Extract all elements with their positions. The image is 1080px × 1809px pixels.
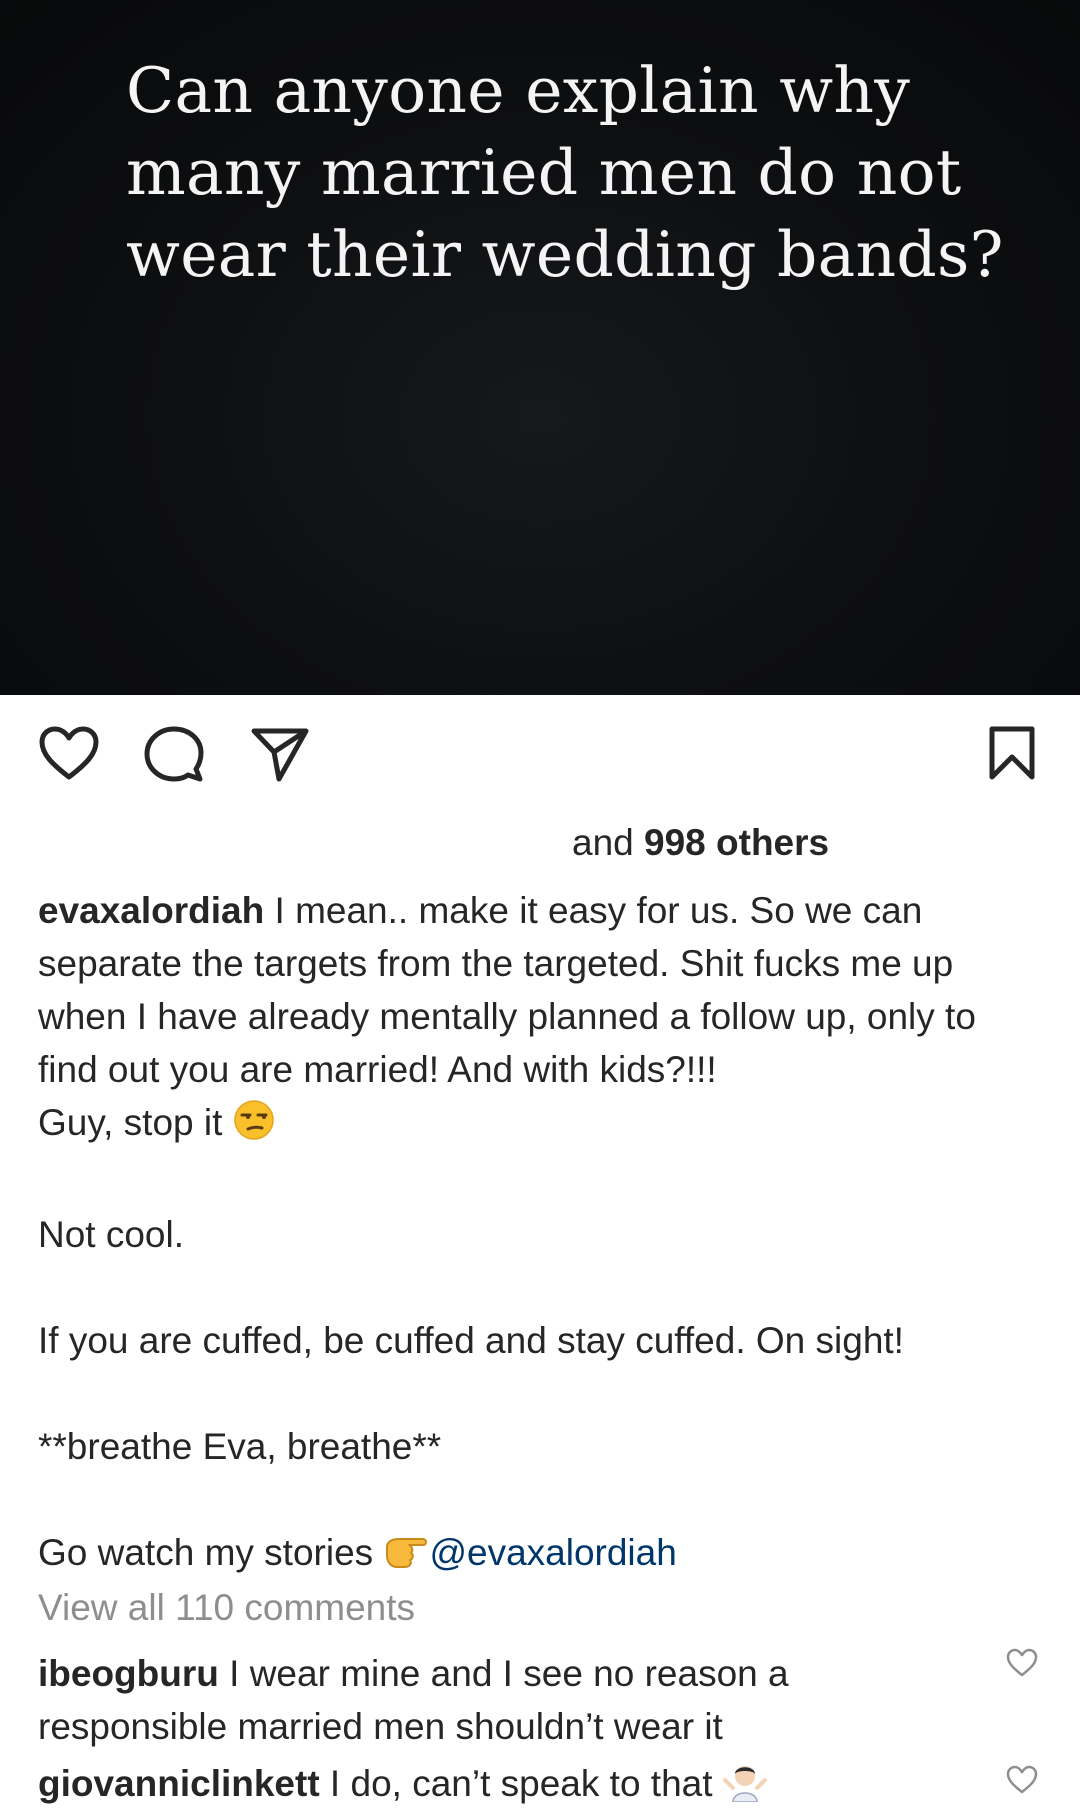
post-quote-text: Can anyone explain why many married men …: [126, 54, 1004, 291]
caption-line-breathe: **breathe Eva, breathe**: [38, 1426, 442, 1467]
caption-username[interactable]: evaxalordiah: [38, 890, 264, 931]
caption-line-stories-text: Go watch my stories: [38, 1532, 384, 1573]
heart-outline-icon[interactable]: [38, 725, 100, 781]
pointing-right-hand-emoji: [383, 1529, 429, 1585]
bookmark-icon[interactable]: [988, 725, 1036, 781]
person-shrugging-emoji: [722, 1760, 767, 1809]
comment-username[interactable]: ibeogburu: [38, 1653, 219, 1694]
comment-item: giovanniclinkett I do, can’t speak to th…: [38, 1757, 968, 1809]
caption-mention-link[interactable]: @evaxalordiah: [429, 1532, 676, 1573]
likes-count[interactable]: 998 others: [644, 822, 829, 863]
caption-line-not-cool: Not cool.: [38, 1214, 185, 1255]
comment-bubble-icon[interactable]: [144, 725, 204, 783]
caption-line-cuffed: If you are cuffed, be cuffed and stay cu…: [38, 1320, 904, 1361]
comment-like-heart-icon[interactable]: [1006, 1765, 1038, 1800]
post-action-bar: [0, 695, 1080, 815]
caption-line-guy: Guy, stop it: [38, 1096, 1038, 1155]
caption-line-guy-text: Guy, stop it: [38, 1102, 233, 1143]
comment-text: I do, can’t speak to that: [319, 1763, 723, 1804]
comment-item: ibeogburu I wear mine and I see no reaso…: [38, 1647, 968, 1753]
unamused-face-emoji: [233, 1099, 275, 1155]
comment-like-heart-icon[interactable]: [1006, 1648, 1038, 1683]
view-all-comments-link[interactable]: View all 110 comments: [38, 1587, 415, 1629]
post-image[interactable]: Can anyone explain why many married men …: [0, 0, 1080, 695]
likes-summary[interactable]: and 998 others: [572, 822, 829, 864]
likes-prefix: and: [572, 822, 645, 863]
paper-plane-icon[interactable]: [250, 727, 310, 783]
comment-username[interactable]: giovanniclinkett: [38, 1763, 320, 1804]
caption-line-stories: Go watch my stories @evaxalordiah: [38, 1526, 1038, 1585]
caption-paragraph: evaxalordiah I mean.. make it easy for u…: [38, 884, 1038, 1096]
post-caption: evaxalordiah I mean.. make it easy for u…: [38, 884, 1038, 1585]
